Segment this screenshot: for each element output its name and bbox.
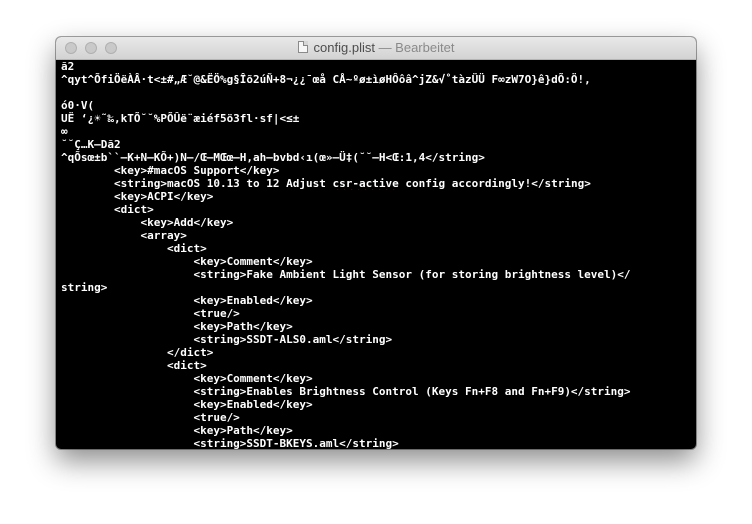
editor-line: <dict> bbox=[61, 203, 154, 216]
editor-line: ã2 bbox=[61, 60, 75, 73]
editor-line: string> bbox=[61, 281, 108, 294]
editor-window: config.plist — Bearbeitet ã2 ^qyt^ÕfiÖëÀÂ… bbox=[56, 37, 696, 449]
editor-line: <key>Path</key> bbox=[61, 424, 293, 437]
editor-line: <key>Comment</key> bbox=[61, 255, 313, 268]
editor-line: <string>macOS 10.13 to 12 Adjust csr-act… bbox=[61, 177, 591, 190]
editor-line: <key>Comment</key> bbox=[61, 372, 313, 385]
editor-line: <key>Enabled</key> bbox=[61, 398, 313, 411]
editor-line: ˘˘Ç…K—Dã2 bbox=[61, 138, 121, 151]
editor-line: <string>SSDT-BKEYS.aml</string> bbox=[61, 437, 399, 449]
misspelled-word: csr-active bbox=[332, 177, 399, 190]
text-editor[interactable]: ã2 ^qyt^ÕfiÖëÀÂ·t<±#„Æ˘@&ËÖ%g§Îõ2úÑ+8¬¿¿¯… bbox=[56, 59, 696, 449]
editor-line: <array> bbox=[61, 229, 187, 242]
editor-line: <dict> bbox=[61, 242, 207, 255]
editor-line: <key>ACPI</key> bbox=[61, 190, 214, 203]
window-filename: config.plist bbox=[313, 40, 375, 55]
editor-line: ó0·V( bbox=[61, 99, 95, 112]
editor-line: </dict> bbox=[61, 346, 214, 359]
editor-line: <key>#macOS Support</key> bbox=[61, 164, 280, 177]
editor-line: <true/> bbox=[61, 411, 240, 424]
title-bar: config.plist — Bearbeitet bbox=[56, 37, 696, 60]
editor-line: UË ‘¿☀˜‰,kTÕ˘˘%PÕÛë¨æiéf5ö3fl·sf|<≤± bbox=[61, 112, 300, 125]
edited-status: — Bearbeitet bbox=[374, 40, 455, 55]
editor-line: <key>Path</key> bbox=[61, 320, 293, 333]
editor-line: <string>SSDT-ALS0.aml</string> bbox=[61, 333, 393, 346]
editor-line: <key>Add</key> bbox=[61, 216, 234, 229]
editor-line: <dict> bbox=[61, 359, 207, 372]
editor-line: ∞ bbox=[61, 125, 68, 138]
document-icon[interactable] bbox=[297, 41, 308, 53]
editor-line: <string>Fake Ambient Light Sensor (for s… bbox=[61, 268, 631, 281]
editor-line: <true/> bbox=[61, 307, 240, 320]
window-title: config.plist — Bearbeitet bbox=[56, 40, 696, 56]
editor-line: <key>Enabled</key> bbox=[61, 294, 313, 307]
editor-line: <string>Enables Brightness Control (Keys… bbox=[61, 385, 631, 398]
editor-line: ^qyt^ÕfiÖëÀÂ·t<±#„Æ˘@&ËÖ%g§Îõ2úÑ+8¬¿¿¯œå… bbox=[61, 73, 591, 86]
editor-line: ^qÕsœ±b``—K+N—KÕ+)N—/Œ—MŒœ—H,ah—bvbd‹ı(œ… bbox=[61, 151, 485, 164]
